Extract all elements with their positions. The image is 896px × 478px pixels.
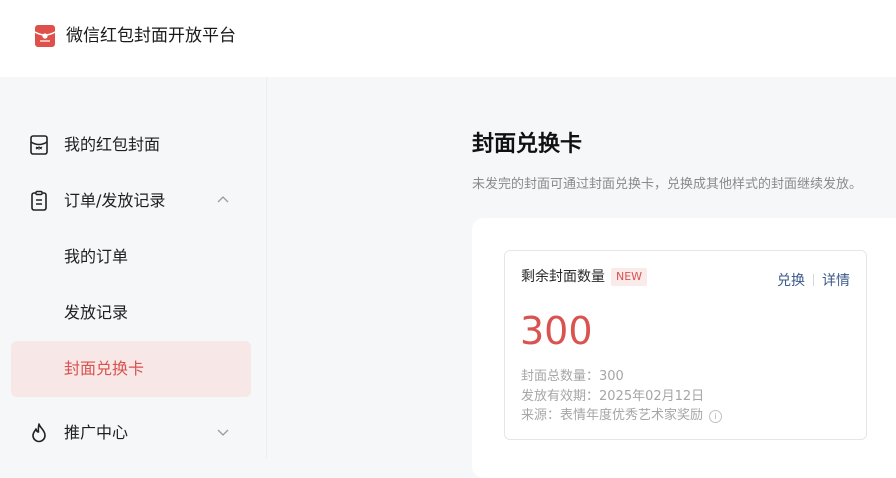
sidebar-item-label: 我的红包封面 bbox=[64, 135, 161, 154]
sidebar-item-label: 推广中心 bbox=[64, 423, 129, 442]
sidebar-item-label: 封面兑换卡 bbox=[64, 359, 145, 378]
sidebar-item-label: 发放记录 bbox=[64, 303, 129, 322]
total-count-line: 封面总数量：300 bbox=[521, 369, 624, 384]
page-title: 封面兑换卡 bbox=[472, 132, 583, 157]
chevron-up-icon[interactable] bbox=[216, 193, 230, 207]
source-text: 来源：表情年度优秀艺术家奖励 bbox=[521, 408, 704, 423]
exchange-link[interactable]: 兑换 bbox=[777, 273, 805, 289]
envelope-icon bbox=[30, 135, 48, 155]
details-link[interactable]: 详情 bbox=[822, 273, 850, 289]
flame-icon bbox=[32, 423, 46, 443]
red-envelope-logo-icon[interactable] bbox=[34, 24, 56, 48]
app-title: 微信红包封面开放平台 bbox=[66, 26, 236, 46]
sidebar-item-cover-exchange-card[interactable]: 封面兑换卡 bbox=[11, 341, 251, 397]
clipboard-icon bbox=[31, 190, 47, 211]
sidebar-item-label: 订单/发放记录 bbox=[64, 191, 166, 210]
sidebar-item-label: 我的订单 bbox=[64, 247, 129, 266]
validity-line: 发放有效期：2025年02月12日 bbox=[521, 389, 705, 404]
source-line: 来源：表情年度优秀艺术家奖励 i bbox=[521, 408, 723, 424]
sidebar-item-my-covers[interactable]: 我的红包封面 bbox=[11, 117, 251, 173]
chevron-down-icon[interactable] bbox=[216, 425, 230, 439]
remaining-covers-label: 剩余封面数量 bbox=[521, 269, 605, 285]
sidebar-item-orders-records[interactable]: 订单/发放记录 bbox=[11, 173, 251, 229]
card-actions: 兑换 详情 bbox=[777, 272, 850, 290]
exchange-card: 剩余封面数量 NEW 兑换 详情 300 封面总数量：300 发放有效期：2025… bbox=[504, 250, 867, 440]
new-badge: NEW bbox=[611, 268, 648, 286]
sidebar-item-distribution-records[interactable]: 发放记录 bbox=[11, 285, 251, 341]
info-icon[interactable]: i bbox=[709, 410, 723, 423]
sidebar-item-my-orders[interactable]: 我的订单 bbox=[11, 229, 251, 285]
top-header: 微信红包封面开放平台 bbox=[0, 0, 896, 77]
page-subtitle: 未发完的封面可通过封面兑换卡，兑换成其他样式的封面继续发放。 bbox=[472, 177, 863, 192]
remaining-count: 300 bbox=[520, 309, 593, 353]
action-divider bbox=[813, 274, 814, 286]
sidebar-item-promotion-center[interactable]: 推广中心 bbox=[11, 405, 251, 461]
